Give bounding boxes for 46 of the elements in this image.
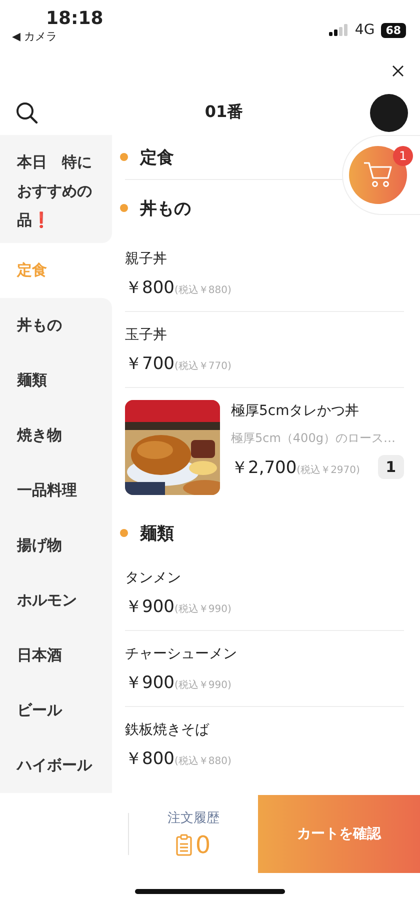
item-price: ￥700(税込￥770) — [125, 353, 232, 375]
category-tab[interactable]: 麺類 — [0, 353, 112, 408]
item-name[interactable]: 鉄板焼きそば — [125, 719, 404, 741]
item-price: ￥2,700(税込￥2970) — [231, 456, 360, 478]
category-tab[interactable]: ハイボール — [0, 738, 112, 793]
item-price: ￥900(税込￥990) — [125, 596, 232, 618]
category-tab[interactable]: 一品料理 — [0, 463, 112, 518]
item-description: 極厚5cm（400g）のロース… — [231, 430, 396, 447]
category-tab[interactable]: ビール — [0, 683, 112, 738]
item-name[interactable]: 極厚5cmタレかつ丼 — [231, 400, 404, 422]
category-tab[interactable]: ホルモン — [0, 573, 112, 628]
category-tab[interactable]: 日本酒 — [0, 628, 112, 683]
table-title: 01番 — [204, 102, 244, 123]
home-indicator[interactable] — [135, 888, 285, 894]
search-icon[interactable] — [16, 102, 38, 124]
category-tab[interactable]: 焼き物 — [0, 408, 112, 463]
section-title: 定食 — [140, 146, 174, 168]
quantity-badge: 1 — [378, 455, 404, 479]
item-price: ￥800(税込￥880) — [125, 748, 232, 770]
close-icon[interactable] — [392, 65, 404, 77]
cart-icon — [363, 161, 393, 189]
bullet-dot — [120, 204, 128, 212]
bullet-dot — [120, 529, 128, 537]
item-name[interactable]: チャーシューメン — [125, 643, 404, 665]
item-name[interactable]: 親子丼 — [125, 248, 404, 270]
item-name[interactable]: 玉子丼 — [125, 324, 404, 346]
category-tab[interactable]: 丼もの — [0, 298, 112, 353]
category-tab[interactable]: 本日 特におすすめの品❗ — [0, 135, 112, 243]
item-price: ￥900(税込￥990) — [125, 672, 232, 694]
count-badge: 1 — [393, 146, 413, 166]
section-title: 麺類 — [140, 522, 174, 544]
category-tab[interactable]: 揚げ物 — [0, 518, 112, 573]
clipboard-icon — [176, 834, 192, 856]
history-count: 0 — [195, 831, 211, 859]
network-label: 4G — [354, 22, 375, 38]
signal-icon — [328, 24, 349, 36]
cart-button[interactable] — [349, 146, 407, 204]
bullet-dot — [120, 153, 128, 161]
item-price: ￥800(税込￥880) — [125, 277, 232, 299]
back-link[interactable]: ◀ カメラ — [12, 30, 57, 44]
item-name[interactable]: タンメン — [125, 567, 404, 589]
battery-indicator: 68 — [380, 22, 406, 38]
section-title: 丼もの — [140, 198, 191, 220]
avatar-icon[interactable] — [370, 94, 408, 132]
status-time: 18:18 — [46, 8, 104, 30]
order-history-link[interactable]: 注文履歴 — [168, 809, 220, 827]
